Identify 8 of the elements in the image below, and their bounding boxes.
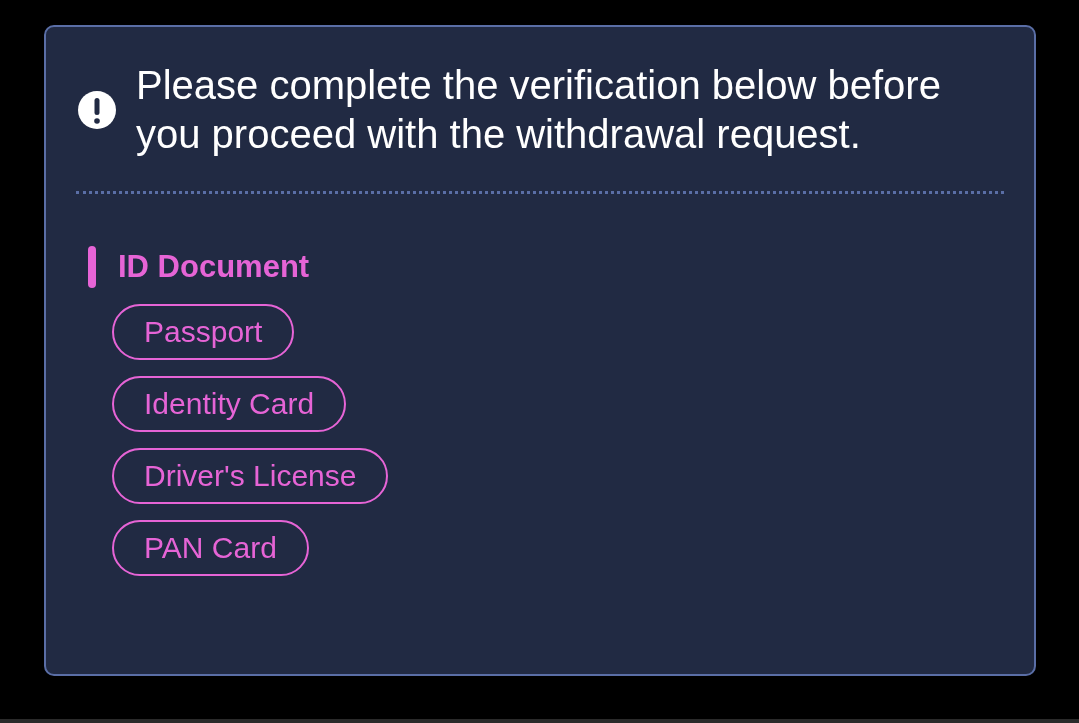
document-option[interactable]: Identity Card: [112, 376, 347, 432]
document-option[interactable]: Passport: [112, 304, 295, 360]
exclamation-icon: [78, 91, 116, 129]
notice-message: Please complete the verification below before you proceed with the withdrawal request.: [136, 62, 942, 158]
document-option[interactable]: Driver's License: [112, 448, 389, 504]
document-option[interactable]: PAN Card: [112, 520, 309, 576]
section-marker: [88, 246, 96, 288]
section-title: ID Document: [118, 249, 310, 285]
